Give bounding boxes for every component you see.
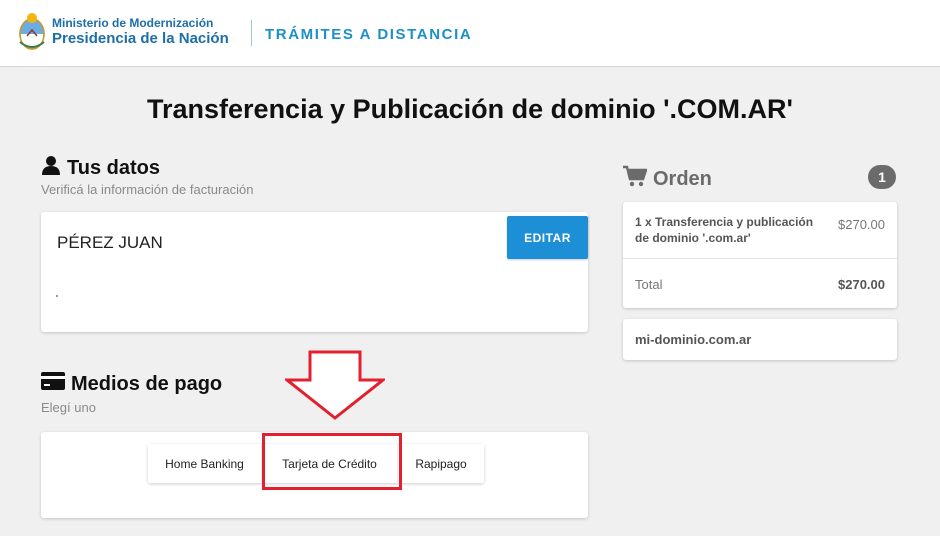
medios-pago-heading: Medios de pago: [41, 372, 222, 396]
ministry-line-2: Presidencia de la Nación: [52, 30, 229, 47]
orden-heading: Orden: [623, 165, 712, 193]
domain-name: mi-dominio.com.ar: [635, 332, 752, 347]
medios-pago-title: Medios de pago: [71, 372, 223, 395]
ministry-name: Ministerio de Modernización Presidencia …: [52, 17, 229, 46]
top-bar: Ministerio de Modernización Presidencia …: [0, 0, 940, 67]
highlight-box-annotation: [262, 433, 402, 490]
tus-datos-heading: Tus datos: [41, 155, 160, 181]
header-divider: [251, 20, 252, 46]
billing-info-card: PÉREZ JUAN EDITAR: [41, 212, 588, 332]
payment-option-rapipago[interactable]: Rapipago: [398, 444, 484, 483]
argentina-coat-of-arms-logo[interactable]: [18, 12, 46, 52]
order-item-price: $270.00: [838, 217, 885, 232]
order-divider: [623, 258, 897, 259]
order-total-label: Total: [635, 277, 663, 292]
orden-title: Orden: [653, 167, 712, 190]
page-title: Transferencia y Publicación de dominio '…: [147, 94, 793, 124]
orden-count-badge: 1: [868, 165, 896, 189]
brand-title-link[interactable]: TRÁMITES A DISTANCIA: [265, 26, 472, 43]
placeholder-dot: [56, 295, 58, 297]
cart-icon: [623, 165, 648, 193]
down-arrow-annotation: [285, 350, 385, 420]
billing-name: PÉREZ JUAN: [57, 233, 163, 252]
credit-card-icon: [41, 372, 65, 396]
order-summary-card: 1 x Transferencia y publicación de domin…: [623, 202, 897, 308]
user-icon: [41, 155, 61, 181]
tus-datos-subtitle: Verificá la información de facturación: [41, 182, 254, 197]
medios-pago-subtitle: Elegí uno: [41, 400, 96, 415]
payment-option-home-banking[interactable]: Home Banking: [148, 444, 262, 483]
tus-datos-title: Tus datos: [67, 156, 160, 179]
edit-button[interactable]: EDITAR: [507, 216, 588, 259]
ministry-line-1: Ministerio de Modernización: [52, 16, 214, 30]
domain-card: mi-dominio.com.ar: [623, 319, 897, 360]
order-item-label: 1 x Transferencia y publicación de domin…: [635, 215, 814, 245]
order-total-value: $270.00: [838, 277, 885, 292]
